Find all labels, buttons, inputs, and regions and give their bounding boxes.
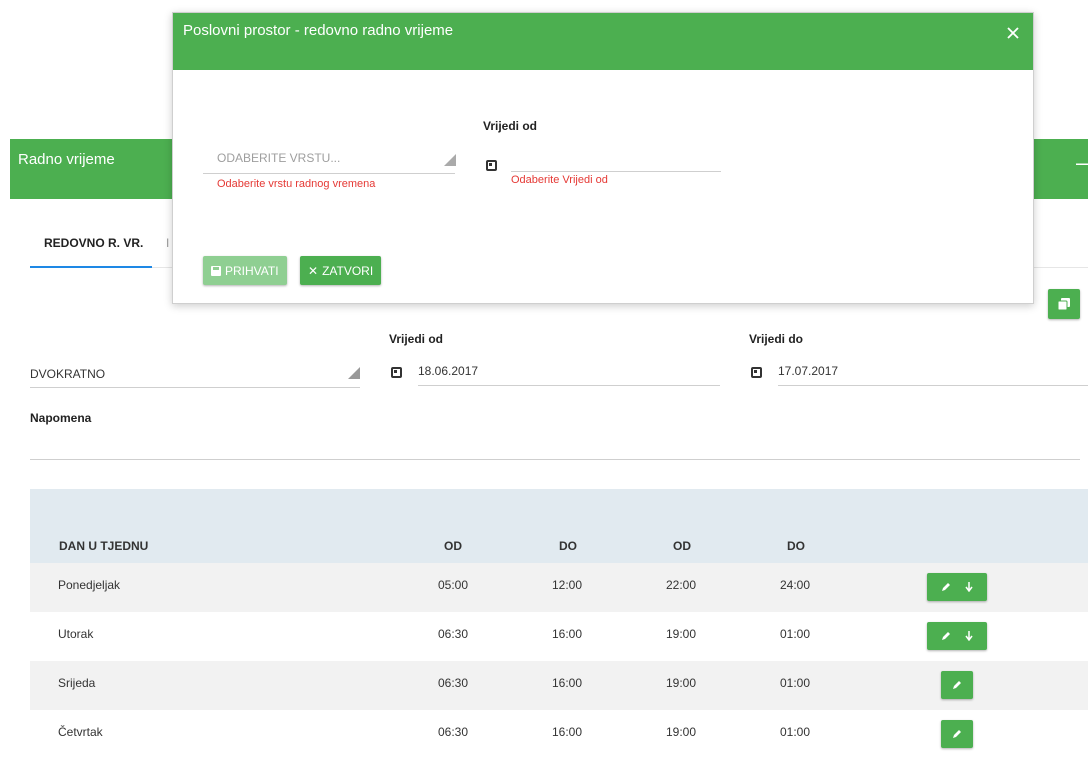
valid-from-input[interactable] <box>511 171 721 172</box>
edit-icon[interactable] <box>941 582 951 592</box>
note-label: Napomena <box>30 411 92 425</box>
valid-from-label: Vrijedi od <box>483 119 538 133</box>
close-icon: ✕ <box>308 263 319 278</box>
calendar-icon[interactable] <box>751 367 762 378</box>
calendar-icon[interactable] <box>391 367 402 378</box>
cell-do2: 01:00 <box>780 627 811 641</box>
cell-do1: 16:00 <box>552 725 583 739</box>
note-input[interactable] <box>30 459 1080 460</box>
cell-day: Srijeda <box>58 676 96 690</box>
column-header-od1: OD <box>444 539 462 553</box>
cell-day: Četvrtak <box>58 725 103 739</box>
table-row: Srijeda 06:30 16:00 19:00 01:00 <box>30 661 1088 710</box>
arrow-down-icon[interactable] <box>965 631 973 641</box>
column-header-do2: DO <box>787 539 805 553</box>
cell-od1: 05:00 <box>438 578 469 592</box>
close-button[interactable]: ✕ ZATVORI <box>300 256 382 285</box>
valid-from-input[interactable]: 18.06.2017 <box>418 364 478 378</box>
table-row: Četvrtak 06:30 16:00 19:00 01:00 <box>30 710 1088 759</box>
cell-od2: 19:00 <box>666 725 697 739</box>
edit-icon[interactable] <box>941 631 951 641</box>
tab-redovno[interactable]: REDOVNO R. VR. <box>44 236 143 250</box>
type-select[interactable]: ODABERITE VRSTU... <box>217 151 340 165</box>
row-actions <box>927 573 987 601</box>
type-select-value[interactable]: DVOKRATNO <box>30 367 105 381</box>
accept-label: PRIHVATI <box>225 263 279 278</box>
valid-from-label: Vrijedi od <box>389 332 444 346</box>
table-row: Ponedjeljak 05:00 12:00 22:00 24:00 <box>30 563 1088 612</box>
panel-title: Radno vrijeme <box>18 151 115 168</box>
modal-title: Poslovni prostor - redovno radno vrijeme <box>183 22 454 39</box>
cell-do2: 24:00 <box>780 578 811 592</box>
cell-do2: 01:00 <box>780 725 811 739</box>
copy-icon <box>1058 298 1070 310</box>
valid-from-underline <box>418 385 720 386</box>
cell-od1: 06:30 <box>438 725 469 739</box>
copy-button[interactable] <box>1048 289 1080 319</box>
type-error: Odaberite vrstu radnog vremena <box>217 178 376 190</box>
valid-from-error: Odaberite Vrijedi od <box>511 174 608 186</box>
edit-icon <box>953 730 961 738</box>
column-header-do1: DO <box>559 539 577 553</box>
valid-to-input[interactable]: 17.07.2017 <box>778 364 838 378</box>
valid-to-underline <box>778 385 1088 386</box>
valid-to-label: Vrijedi do <box>749 332 804 346</box>
cell-do1: 16:00 <box>552 627 583 641</box>
save-icon <box>211 265 221 276</box>
cell-day: Utorak <box>58 627 94 641</box>
edit-icon <box>953 681 961 689</box>
collapse-button[interactable]: – <box>1076 152 1088 175</box>
cell-od1: 06:30 <box>438 627 469 641</box>
type-select-underline <box>30 387 360 388</box>
edit-button[interactable] <box>941 720 973 748</box>
close-icon[interactable] <box>1005 25 1021 41</box>
accept-button[interactable]: PRIHVATI <box>203 256 287 285</box>
dropdown-arrow-icon[interactable] <box>348 367 360 379</box>
column-header-day: DAN U TJEDNU <box>59 539 149 553</box>
tab-active-indicator <box>30 266 152 268</box>
cell-do1: 12:00 <box>552 578 583 592</box>
close-label: ZATVORI <box>322 263 374 278</box>
cell-do2: 01:00 <box>780 676 811 690</box>
modal-header: Poslovni prostor - redovno radno vrijeme <box>173 13 1033 70</box>
column-header-od2: OD <box>673 539 691 553</box>
cell-od1: 06:30 <box>438 676 469 690</box>
cell-od2: 19:00 <box>666 676 697 690</box>
calendar-icon[interactable] <box>486 160 497 171</box>
arrow-down-icon[interactable] <box>965 582 973 592</box>
cell-od2: 22:00 <box>666 578 697 592</box>
edit-button[interactable] <box>941 671 973 699</box>
tab-second[interactable]: I <box>166 236 169 250</box>
modal-dialog: Poslovni prostor - redovno radno vrijeme… <box>172 12 1034 304</box>
dropdown-arrow-icon[interactable] <box>444 154 456 166</box>
cell-do1: 16:00 <box>552 676 583 690</box>
type-select-underline <box>203 173 455 174</box>
cell-day: Ponedjeljak <box>58 578 121 592</box>
cell-od2: 19:00 <box>666 627 697 641</box>
table-row: Utorak 06:30 16:00 19:00 01:00 <box>30 612 1088 661</box>
row-actions <box>927 622 987 650</box>
